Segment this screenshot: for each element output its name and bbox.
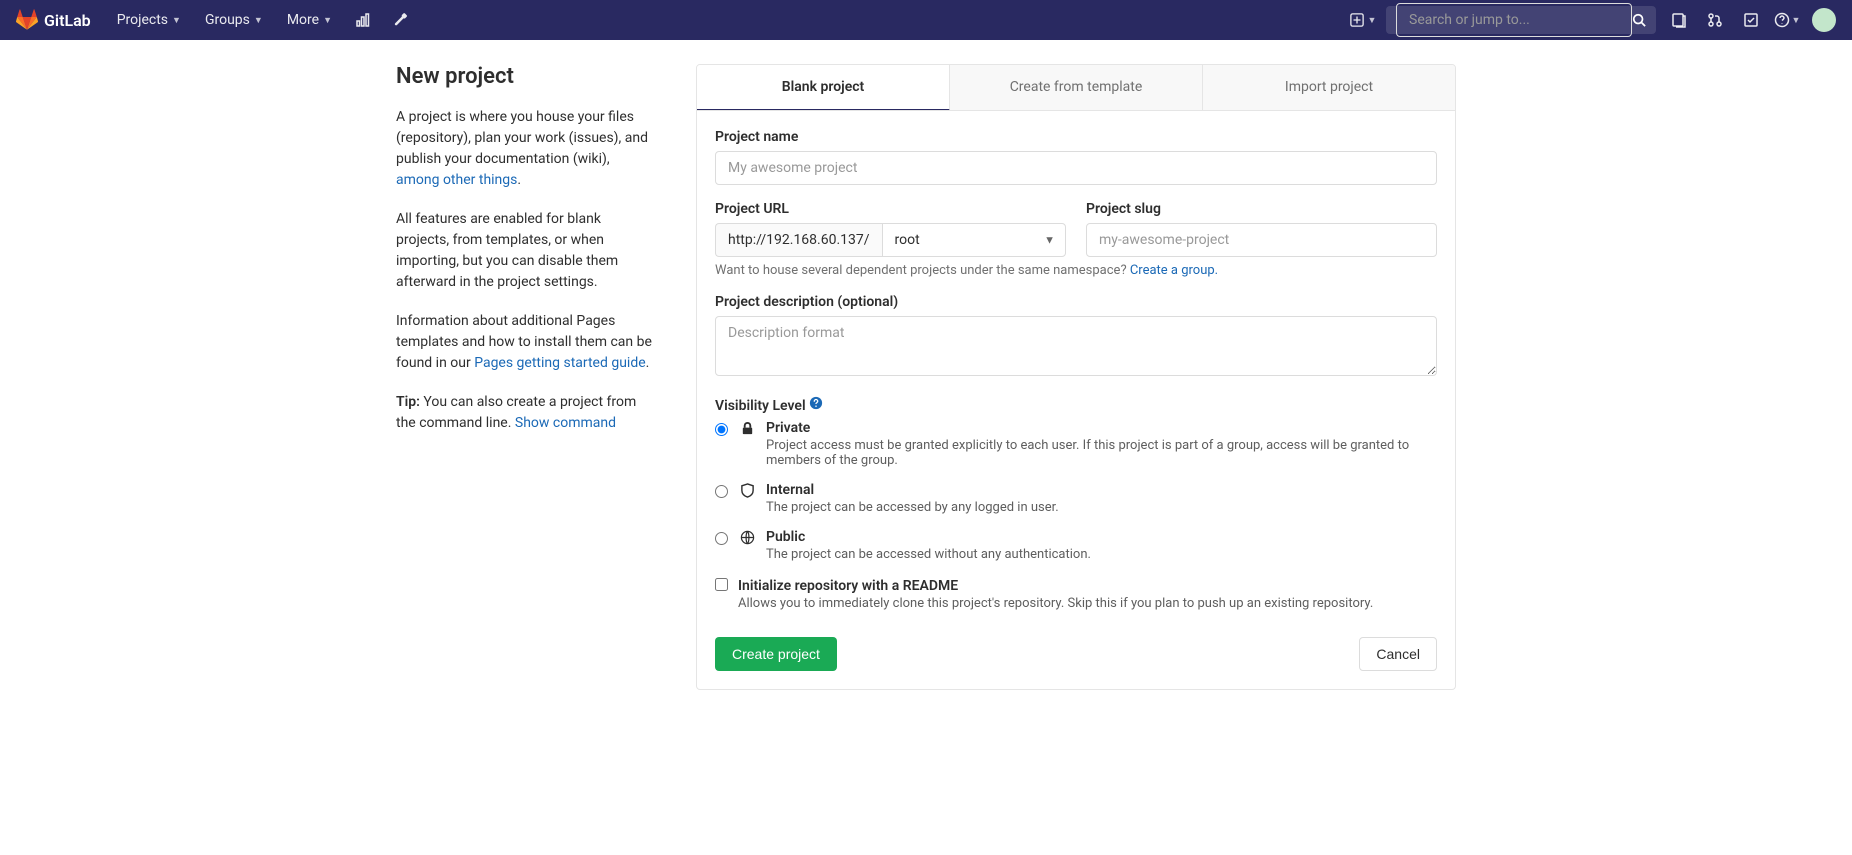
project-url-group: http://192.168.60.137/ root ▼	[715, 223, 1066, 257]
side-info: New project A project is where you house…	[396, 64, 656, 690]
gitlab-logo[interactable]: GitLab	[16, 9, 91, 31]
project-name-label: Project name	[715, 129, 1437, 145]
project-name-input[interactable]	[715, 151, 1437, 185]
form-panel: Project name Project URL http://192.168.…	[696, 111, 1456, 690]
create-project-button[interactable]: Create project	[715, 637, 837, 671]
among-other-things-link[interactable]: among other things	[396, 172, 517, 188]
visibility-internal-title: Internal	[766, 482, 1437, 498]
issues-icon[interactable]	[1662, 0, 1696, 40]
shield-icon	[738, 483, 756, 502]
search-input[interactable]	[1396, 3, 1632, 37]
initialize-readme-desc: Allows you to immediately clone this pro…	[738, 596, 1437, 611]
globe-icon	[738, 530, 756, 549]
help-icon[interactable]	[809, 399, 823, 414]
visibility-private-desc: Project access must be granted explicitl…	[766, 438, 1437, 468]
help-dropdown[interactable]: ▼	[1770, 0, 1804, 40]
navbar-right: ▼ ▼	[1346, 0, 1836, 40]
project-tabs: Blank project Create from template Impor…	[696, 64, 1456, 111]
visibility-private-option[interactable]: Private Project access must be granted e…	[715, 420, 1437, 468]
plus-icon	[1350, 13, 1364, 27]
initialize-readme-title: Initialize repository with a README	[738, 578, 1437, 594]
top-navbar: GitLab Projects▼ Groups▼ More▼ ▼	[0, 0, 1852, 40]
form-actions: Create project Cancel	[715, 637, 1437, 671]
user-avatar[interactable]	[1812, 8, 1836, 32]
side-paragraph-1: A project is where you house your files …	[396, 107, 656, 191]
visibility-public-desc: The project can be accessed without any …	[766, 547, 1437, 562]
create-group-link[interactable]: Create a group.	[1130, 263, 1218, 278]
side-tip: Tip: You can also create a project from …	[396, 392, 656, 434]
todos-icon[interactable]	[1734, 0, 1768, 40]
admin-wrench-icon[interactable]	[384, 0, 418, 40]
visibility-internal-option[interactable]: Internal The project can be accessed by …	[715, 482, 1437, 515]
chevron-down-icon: ▼	[323, 15, 332, 26]
tip-label: Tip:	[396, 394, 420, 410]
visibility-private-radio[interactable]	[715, 423, 728, 436]
project-url-prefix: http://192.168.60.137/	[715, 223, 882, 257]
project-slug-input[interactable]	[1086, 223, 1437, 257]
tab-import-project[interactable]: Import project	[1203, 65, 1455, 110]
visibility-private-title: Private	[766, 420, 1437, 436]
lock-icon	[738, 421, 756, 440]
initialize-readme-option[interactable]: Initialize repository with a README Allo…	[715, 578, 1437, 611]
activity-icon[interactable]	[346, 0, 380, 40]
visibility-internal-radio[interactable]	[715, 485, 728, 498]
namespace-selected: root	[895, 232, 920, 248]
navbar-left: GitLab Projects▼ Groups▼ More▼	[16, 0, 418, 40]
visibility-public-radio[interactable]	[715, 532, 728, 545]
tab-create-from-template[interactable]: Create from template	[950, 65, 1203, 110]
search-box[interactable]	[1386, 6, 1656, 34]
page-container: New project A project is where you house…	[376, 40, 1476, 714]
search-icon	[1632, 13, 1646, 27]
nav-groups[interactable]: Groups▼	[195, 0, 273, 40]
show-command-link[interactable]: Show command	[515, 415, 616, 431]
project-slug-label: Project slug	[1086, 201, 1437, 217]
visibility-internal-desc: The project can be accessed by any logge…	[766, 500, 1437, 515]
project-url-label: Project URL	[715, 201, 1066, 217]
page-title: New project	[396, 64, 656, 89]
pages-guide-link[interactable]: Pages getting started guide	[474, 355, 645, 371]
tab-blank-project[interactable]: Blank project	[697, 65, 950, 111]
chevron-down-icon: ▼	[172, 15, 181, 26]
chevron-down-icon: ▼	[1368, 15, 1377, 26]
chevron-down-icon: ▼	[254, 15, 263, 26]
new-dropdown[interactable]: ▼	[1346, 0, 1380, 40]
question-icon	[1774, 12, 1790, 28]
visibility-public-title: Public	[766, 529, 1437, 545]
initialize-readme-checkbox[interactable]	[715, 578, 728, 591]
project-description-input[interactable]	[715, 316, 1437, 376]
namespace-select[interactable]: root ▼	[882, 223, 1066, 257]
nav-projects[interactable]: Projects▼	[107, 0, 191, 40]
tanuki-icon	[16, 9, 38, 31]
cancel-button[interactable]: Cancel	[1359, 637, 1437, 671]
brand-name: GitLab	[44, 11, 91, 30]
chevron-down-icon: ▼	[1792, 15, 1801, 26]
visibility-level-label: Visibility Level	[715, 396, 1437, 414]
side-paragraph-2: All features are enabled for blank proje…	[396, 209, 656, 293]
side-paragraph-3: Information about additional Pages templ…	[396, 311, 656, 374]
main-panel: Blank project Create from template Impor…	[696, 64, 1456, 690]
merge-requests-icon[interactable]	[1698, 0, 1732, 40]
project-description-label: Project description (optional)	[715, 294, 1437, 310]
nav-more[interactable]: More▼	[277, 0, 342, 40]
chevron-down-icon: ▼	[1044, 234, 1055, 247]
namespace-help: Want to house several dependent projects…	[715, 263, 1437, 278]
visibility-public-option[interactable]: Public The project can be accessed witho…	[715, 529, 1437, 562]
